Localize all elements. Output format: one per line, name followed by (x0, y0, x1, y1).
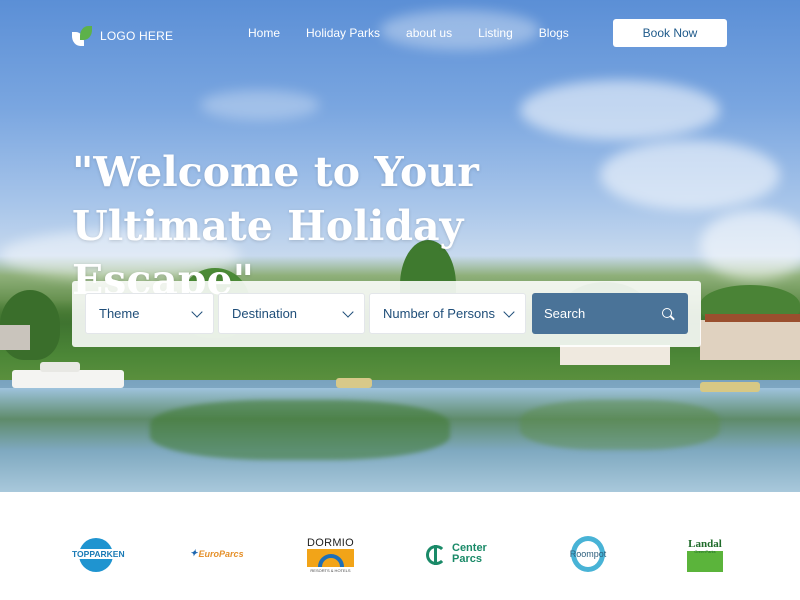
leaf-icon (72, 26, 92, 46)
roof-shape (705, 314, 800, 322)
chevron-down-icon (503, 305, 515, 318)
topparken-text: TOPPARKEN (72, 549, 125, 559)
boat-shape (40, 362, 80, 372)
tree-reflection (520, 400, 720, 450)
boat-shape (700, 382, 760, 392)
persons-label: Number of Persons (383, 306, 495, 321)
book-now-button[interactable]: Book Now (613, 19, 727, 47)
landal-logo[interactable]: Landal GreenParks (687, 538, 723, 572)
logo-text: LOGO HERE (100, 29, 174, 43)
headline-line-1: "Welcome to Your (72, 148, 479, 196)
dormio-text: DORMIO (307, 537, 355, 549)
chevron-down-icon (342, 305, 354, 318)
boat-shape (336, 378, 372, 388)
europarcs-logo[interactable]: ✦ EuroParcs (190, 548, 244, 559)
center-parcs-text-2: Parcs (452, 553, 482, 565)
search-icon (662, 307, 675, 320)
topparken-logo[interactable]: TOPPARKEN (72, 538, 125, 572)
search-button[interactable]: Search (532, 293, 688, 334)
nav-item-blogs[interactable]: Blogs (539, 26, 569, 40)
roompot-text: Roompot (569, 549, 607, 559)
landal-icon (687, 551, 723, 572)
theme-dropdown[interactable]: Theme (85, 293, 214, 334)
center-parcs-logo[interactable]: Center Parcs (426, 542, 496, 568)
search-panel: Theme Destination Number of Persons Sear… (72, 281, 701, 347)
boat-shape (12, 370, 124, 388)
tree-reflection (150, 400, 450, 460)
chevron-down-icon (191, 305, 203, 318)
house-shape (700, 320, 800, 360)
nav-item-about-us[interactable]: about us (406, 26, 452, 40)
dormio-icon (307, 549, 354, 567)
europarcs-icon: ✦ (190, 548, 198, 558)
nav-item-holiday-parks[interactable]: Holiday Parks (306, 26, 380, 40)
site-logo[interactable]: LOGO HERE (72, 26, 173, 46)
nav-item-home[interactable]: Home (248, 26, 280, 40)
partner-logos (0, 492, 800, 600)
nav-item-listing[interactable]: Listing (478, 26, 513, 40)
dormio-logo[interactable]: DORMIO RESORTS & HOTELS (307, 537, 354, 573)
persons-dropdown[interactable]: Number of Persons (369, 293, 526, 334)
europarcs-text: EuroParcs (198, 548, 244, 559)
search-label: Search (544, 306, 586, 321)
theme-label: Theme (99, 306, 140, 321)
dormio-subtext: RESORTS & HOTELS (310, 568, 351, 573)
cloud-shape (700, 210, 800, 280)
cloud-shape (200, 90, 320, 120)
house-shape (0, 325, 30, 350)
destination-label: Destination (232, 306, 298, 321)
landal-subtext: GreenParks (694, 549, 716, 554)
destination-dropdown[interactable]: Destination (218, 293, 365, 334)
roompot-logo[interactable]: Roompot (566, 536, 610, 572)
house-shape (560, 345, 670, 365)
main-nav: Home Holiday Parks about us Listing Blog… (248, 26, 569, 40)
cloud-shape (520, 80, 720, 140)
